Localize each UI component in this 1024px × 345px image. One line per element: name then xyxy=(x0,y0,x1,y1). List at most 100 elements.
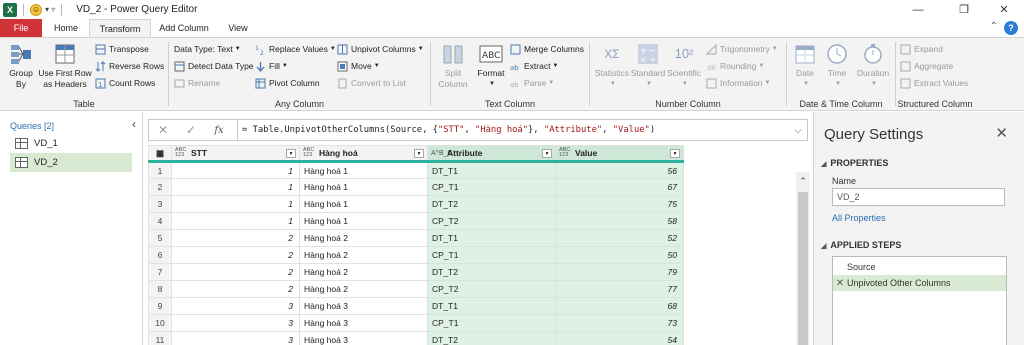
cell-value[interactable]: 67 xyxy=(555,178,684,196)
filter-dropdown-icon[interactable]: ▼ xyxy=(286,149,296,158)
cell-attribute[interactable]: DT_T1 xyxy=(427,229,556,247)
cell-hang-hoa[interactable]: Hàng hoá 3 xyxy=(299,314,428,332)
count-rows-button[interactable]: 1 Count Rows xyxy=(95,76,155,90)
ribbon-collapse-icon[interactable]: ⌃ xyxy=(990,21,998,32)
table-row[interactable]: 3 1 Hàng hoá 1 DT_T2 75 xyxy=(148,195,684,213)
all-properties-link[interactable]: All Properties xyxy=(832,213,886,223)
scientific-button[interactable]: 10² Scientific ▼ xyxy=(666,42,702,90)
column-header-hang-hoa[interactable]: ABC 123 Hàng hoá ▼ xyxy=(299,145,428,163)
table-row[interactable]: 6 2 Hàng hoá 2 CP_T1 50 xyxy=(148,246,684,264)
transpose-button[interactable]: Transpose xyxy=(95,42,149,56)
cell-stt[interactable]: 2 xyxy=(171,229,300,247)
split-column-button[interactable]: Split Column xyxy=(435,42,471,90)
cell-attribute[interactable]: DT_T2 xyxy=(427,263,556,281)
cell-hang-hoa[interactable]: Hàng hoá 3 xyxy=(299,297,428,315)
cell-value[interactable]: 68 xyxy=(555,297,684,315)
cell-stt[interactable]: 2 xyxy=(171,263,300,281)
cell-value[interactable]: 79 xyxy=(555,263,684,281)
extract-values-button[interactable]: Extract Values xyxy=(900,76,968,90)
cell-attribute[interactable]: CP_T1 xyxy=(427,246,556,264)
cell-attribute[interactable]: CP_T1 xyxy=(427,178,556,196)
scroll-up-icon[interactable]: ⌃ xyxy=(796,176,810,187)
table-row[interactable]: 11 3 Hàng hoá 3 DT_T2 54 xyxy=(148,331,684,345)
date-button[interactable]: Date ▼ xyxy=(789,42,821,90)
table-menu-button[interactable]: ▦ xyxy=(148,145,172,163)
applied-steps-section[interactable]: ◢ APPLIED STEPS xyxy=(821,240,901,250)
cell-attribute[interactable]: CP_T2 xyxy=(427,280,556,298)
move-dropdown[interactable]: Move ▼ xyxy=(337,59,380,73)
column-header-stt[interactable]: ABC 123 STT ▼ xyxy=(171,145,300,163)
table-row[interactable]: 4 1 Hàng hoá 1 CP_T2 58 xyxy=(148,212,684,230)
cell-hang-hoa[interactable]: Hàng hoá 2 xyxy=(299,263,428,281)
cell-hang-hoa[interactable]: Hàng hoá 2 xyxy=(299,246,428,264)
collapse-pane-icon[interactable]: ‹ xyxy=(132,117,136,131)
cell-value[interactable]: 52 xyxy=(555,229,684,247)
table-row[interactable]: 8 2 Hàng hoá 2 CP_T2 77 xyxy=(148,280,684,298)
quick-access-dropdown[interactable]: ▾ ▿ xyxy=(45,5,55,14)
tab-home[interactable]: Home xyxy=(44,19,88,37)
cell-attribute[interactable]: DT_T1 xyxy=(427,161,556,179)
table-row[interactable]: 10 3 Hàng hoá 3 CP_T1 73 xyxy=(148,314,684,332)
tab-add-column[interactable]: Add Column xyxy=(152,19,216,37)
help-icon[interactable]: ? xyxy=(1004,21,1018,35)
cell-stt[interactable]: 1 xyxy=(171,195,300,213)
cell-value[interactable]: 58 xyxy=(555,212,684,230)
rounding-dropdown[interactable]: .00 Rounding ▼ xyxy=(706,59,764,73)
information-dropdown[interactable]: Information ▼ xyxy=(706,76,770,90)
aggregate-button[interactable]: Aggregate xyxy=(900,59,953,73)
pivot-column-button[interactable]: Pivot Column xyxy=(255,76,320,90)
column-header-attribute[interactable]: A^B_CAttribute ▼ xyxy=(427,145,556,163)
cell-stt[interactable]: 3 xyxy=(171,297,300,315)
cell-attribute[interactable]: DT_T2 xyxy=(427,331,556,345)
cell-hang-hoa[interactable]: Hàng hoá 1 xyxy=(299,178,428,196)
feedback-smiley-icon[interactable]: ☺ xyxy=(30,3,42,16)
detect-data-type-button[interactable]: Detect Data Type xyxy=(174,59,254,73)
reverse-rows-button[interactable]: Reverse Rows xyxy=(95,59,164,73)
delete-step-icon[interactable]: ✕ xyxy=(833,278,847,289)
cell-hang-hoa[interactable]: Hàng hoá 1 xyxy=(299,212,428,230)
data-type-dropdown[interactable]: Data Type: Text ▼ xyxy=(174,42,241,56)
cell-stt[interactable]: 1 xyxy=(171,161,300,179)
table-row[interactable]: 2 1 Hàng hoá 1 CP_T1 67 xyxy=(148,178,684,196)
cell-stt[interactable]: 1 xyxy=(171,212,300,230)
vertical-scrollbar[interactable]: ⌃ xyxy=(796,172,810,345)
tab-view[interactable]: View xyxy=(218,19,258,37)
cell-value[interactable]: 75 xyxy=(555,195,684,213)
table-row[interactable]: 9 3 Hàng hoá 3 DT_T1 68 xyxy=(148,297,684,315)
cell-value[interactable]: 77 xyxy=(555,280,684,298)
cell-value[interactable]: 54 xyxy=(555,331,684,345)
close-window-button[interactable]: ✕ xyxy=(984,0,1024,19)
cell-hang-hoa[interactable]: Hàng hoá 1 xyxy=(299,161,428,179)
trigonometry-dropdown[interactable]: Trigonometry ▼ xyxy=(705,42,778,56)
fill-dropdown[interactable]: Fill ▼ xyxy=(255,59,288,73)
fx-icon[interactable]: fx xyxy=(205,125,233,136)
replace-values-button[interactable]: 1 2 Replace Values ▼ xyxy=(255,42,336,57)
minimize-button[interactable]: — xyxy=(898,0,938,19)
use-first-row-headers-button[interactable]: Use First Row as Headers xyxy=(38,42,92,90)
table-row[interactable]: 5 2 Hàng hoá 2 DT_T1 52 xyxy=(148,229,684,247)
cell-value[interactable]: 56 xyxy=(555,161,684,179)
duration-button[interactable]: Duration ▼ xyxy=(853,42,893,90)
parse-dropdown[interactable]: ab Parse ▼ xyxy=(510,76,554,90)
time-button[interactable]: Time ▼ xyxy=(821,42,853,90)
restore-button[interactable]: ❐ xyxy=(944,0,984,19)
table-row[interactable]: 1 1 Hàng hoá 1 DT_T1 56 xyxy=(148,161,684,179)
filter-dropdown-icon[interactable]: ▼ xyxy=(670,149,680,158)
cell-hang-hoa[interactable]: Hàng hoá 2 xyxy=(299,280,428,298)
cell-hang-hoa[interactable]: Hàng hoá 2 xyxy=(299,229,428,247)
standard-button[interactable]: + − × ÷ Standard ▼ xyxy=(630,42,666,90)
cell-stt[interactable]: 3 xyxy=(171,331,300,345)
cell-attribute[interactable]: CP_T2 xyxy=(427,212,556,230)
cell-stt[interactable]: 2 xyxy=(171,246,300,264)
query-item-vd1[interactable]: VD_1 xyxy=(10,134,132,153)
commit-formula-button[interactable]: ✓ xyxy=(177,123,205,137)
filter-dropdown-icon[interactable]: ▼ xyxy=(414,149,424,158)
query-name-input[interactable]: VD_2 xyxy=(832,188,1005,206)
cell-stt[interactable]: 2 xyxy=(171,280,300,298)
expand-button[interactable]: Expand xyxy=(900,42,943,56)
cell-stt[interactable]: 3 xyxy=(171,314,300,332)
formula-input[interactable]: = Table.UnpivotOtherColumns(Source, {"ST… xyxy=(242,125,789,135)
expand-formula-icon[interactable]: ⌵ xyxy=(789,125,807,136)
table-row[interactable]: 7 2 Hàng hoá 2 DT_T2 79 xyxy=(148,263,684,281)
tab-transform[interactable]: Transform xyxy=(89,19,151,38)
